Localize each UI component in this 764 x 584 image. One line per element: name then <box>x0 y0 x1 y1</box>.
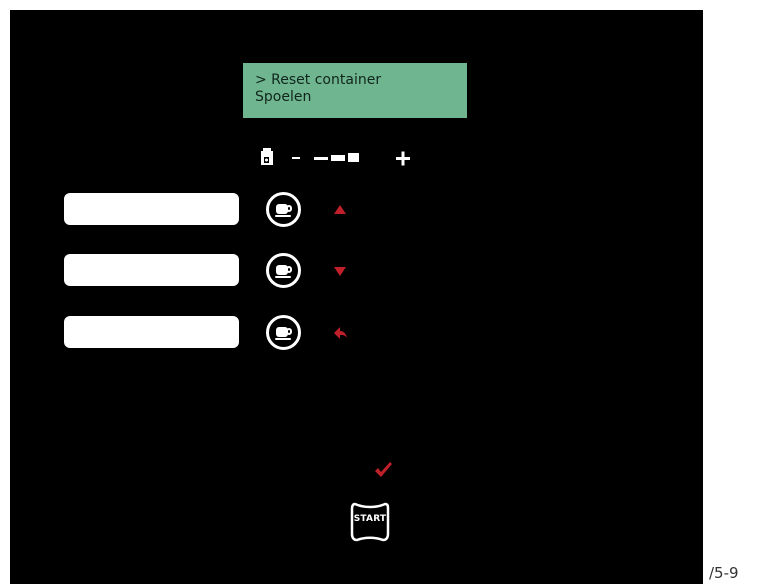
strength-selector <box>259 145 419 169</box>
figure-id-label: /5-9 <box>709 564 739 582</box>
strength-bars-icon <box>314 153 359 162</box>
arrow-up-icon[interactable] <box>332 202 348 218</box>
product-slot-1 <box>64 193 239 225</box>
cup-button-1[interactable] <box>266 192 301 227</box>
lcd-line-1: > Reset container <box>255 72 382 88</box>
cup-button-3[interactable] <box>266 315 301 350</box>
product-slot-3 <box>64 316 239 348</box>
start-button-label: START <box>353 514 387 524</box>
cup-icon <box>275 265 292 278</box>
cup-icon <box>275 204 292 217</box>
start-button[interactable]: START <box>350 500 390 544</box>
minus-icon[interactable] <box>292 157 300 159</box>
coffee-bean-container-icon <box>261 148 273 165</box>
plus-icon[interactable] <box>396 151 410 166</box>
strength-selector-graphic <box>261 148 410 166</box>
checkmark-icon <box>375 462 392 477</box>
back-arrow-icon[interactable] <box>332 325 348 341</box>
cup-button-2[interactable] <box>266 253 301 288</box>
arrow-down-icon[interactable] <box>332 263 348 279</box>
product-slot-2 <box>64 254 239 286</box>
cup-icon <box>275 327 292 340</box>
lcd-display: > Reset container Spoelen <box>243 63 467 118</box>
lcd-line-2: Spoelen <box>255 89 312 105</box>
